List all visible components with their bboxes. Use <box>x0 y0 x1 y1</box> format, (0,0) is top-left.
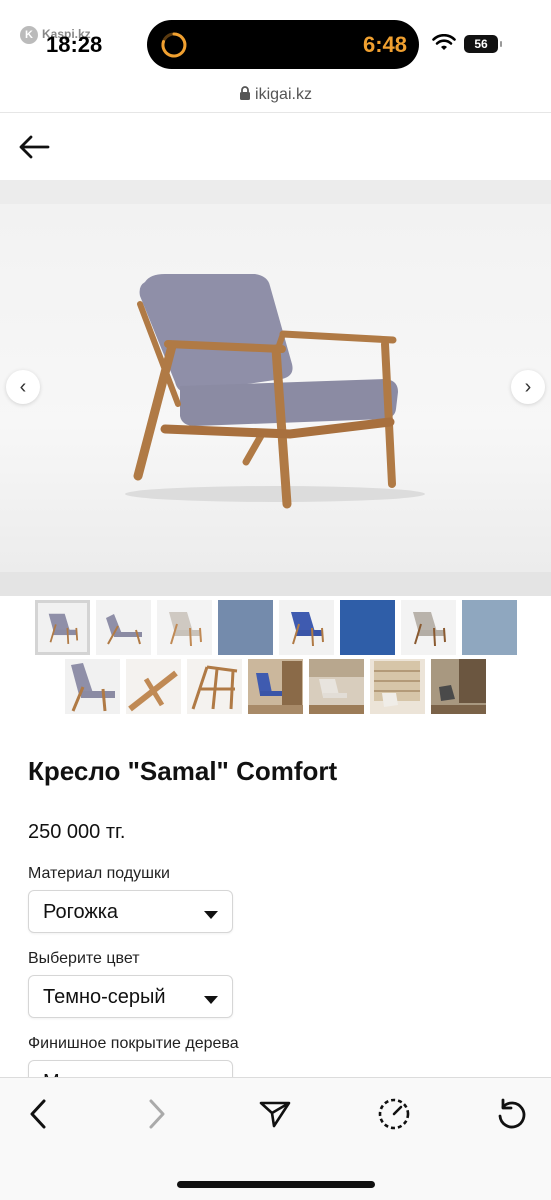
status-bar: K Kaspi.kz 18:28 6:48 56 ikigai.kz <box>0 0 551 103</box>
color-select[interactable]: Темно-серый <box>28 975 233 1018</box>
clock: 18:28 <box>46 32 103 57</box>
thumbnail[interactable] <box>34 600 90 655</box>
browser-back-button[interactable] <box>18 1096 58 1132</box>
home-indicator[interactable] <box>177 1181 375 1188</box>
address-bar[interactable]: ikigai.kz <box>0 86 551 110</box>
reload-icon <box>498 1098 526 1129</box>
thumbnail[interactable] <box>370 659 425 714</box>
thumbnail[interactable] <box>126 659 181 714</box>
thumbnail-row-1 <box>0 600 551 655</box>
chevron-right-icon: › <box>524 375 532 398</box>
reload-button[interactable] <box>492 1096 532 1132</box>
caret-down-icon <box>204 911 218 919</box>
speedometer-icon <box>378 1098 410 1130</box>
thumbnail[interactable] <box>187 659 242 714</box>
thumbnail[interactable] <box>339 600 395 655</box>
browser-forward-button[interactable] <box>137 1096 177 1132</box>
carousel-next-button[interactable]: › <box>511 370 545 404</box>
thumbnail[interactable] <box>65 659 120 714</box>
option-label-color: Выберите цвет <box>28 950 140 967</box>
dynamic-island[interactable]: 6:48 <box>147 20 419 69</box>
thumbnail[interactable] <box>95 600 151 655</box>
share-button[interactable] <box>255 1096 295 1132</box>
hero-bottom-strip <box>0 572 551 596</box>
chevron-right-icon <box>149 1099 165 1129</box>
hero-top-strip <box>0 180 551 204</box>
thumbnail[interactable] <box>309 659 364 714</box>
option-label-cushion: Материал подушки <box>28 865 170 882</box>
thumbnail[interactable] <box>278 600 334 655</box>
timer-icon <box>161 32 187 58</box>
divider <box>0 112 551 113</box>
caret-down-icon <box>204 996 218 1004</box>
speed-button[interactable] <box>374 1096 414 1132</box>
chair-illustration <box>125 274 425 509</box>
product-price: 250 000 тг. <box>28 821 126 843</box>
url-text: ikigai.kz <box>255 86 312 103</box>
chevron-left-icon <box>30 1099 46 1129</box>
product-title: Кресло "Samal" Comfort <box>28 756 338 786</box>
thumbnail[interactable] <box>400 600 456 655</box>
thumbnail-row-2 <box>0 659 551 714</box>
select-value: Темно-серый <box>43 986 166 1008</box>
kaspi-icon: K <box>20 26 38 44</box>
carousel-prev-button[interactable]: ‹ <box>6 370 40 404</box>
wifi-icon <box>432 34 456 50</box>
chevron-left-icon: ‹ <box>19 375 27 398</box>
arrow-left-icon[interactable] <box>16 132 52 162</box>
cushion-material-select[interactable]: Рогожка <box>28 890 233 933</box>
product-main-image[interactable] <box>0 204 551 572</box>
thumbnail[interactable] <box>248 659 303 714</box>
thumbnail[interactable] <box>461 600 517 655</box>
thumbnail[interactable] <box>431 659 486 714</box>
option-label-wood-finish: Финишное покрытие дерева <box>28 1035 239 1052</box>
select-value: Рогожка <box>43 901 119 923</box>
battery-indicator: 56 <box>464 35 502 53</box>
thumbnail[interactable] <box>156 600 212 655</box>
send-icon <box>259 1101 291 1128</box>
lock-icon <box>240 86 251 100</box>
timer-time: 6:48 <box>362 32 407 57</box>
thumbnail[interactable] <box>217 600 273 655</box>
